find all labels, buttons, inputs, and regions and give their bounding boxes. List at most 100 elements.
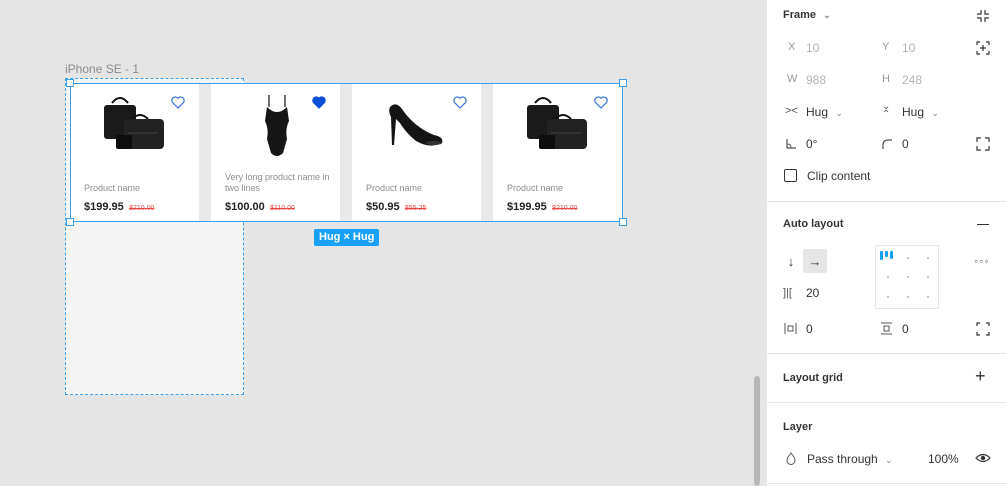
product-name: Product name <box>366 183 423 193</box>
height-mode-dropdown[interactable]: Hug ⌄ <box>902 105 939 119</box>
product-card[interactable]: Product name $50.95 $55.25 <box>352 83 493 222</box>
horizontal-direction-button[interactable]: → <box>803 249 827 273</box>
divider <box>767 201 1006 202</box>
alignment-dot[interactable] <box>887 276 889 278</box>
corner-radius-icon <box>882 139 892 149</box>
divider <box>767 402 1006 403</box>
alignment-indicator <box>885 251 888 257</box>
high-heel-image <box>389 104 443 146</box>
blend-mode-dropdown[interactable]: Pass through ⌄ <box>807 452 893 466</box>
x-input[interactable]: 10 <box>806 41 819 55</box>
product-old-price: $210.00 <box>552 205 578 212</box>
alignment-indicator <box>880 251 883 260</box>
collapse-icon[interactable] <box>975 8 991 24</box>
frame-title: Frame <box>783 9 817 21</box>
chevron-down-icon[interactable]: ⌄ <box>823 10 831 20</box>
corner-radius-input[interactable]: 0 <box>902 137 909 151</box>
chevron-down-icon: ⌄ <box>931 108 939 118</box>
vertical-padding-icon <box>881 322 892 335</box>
alignment-dot[interactable] <box>927 276 929 278</box>
remove-auto-layout-icon[interactable] <box>977 224 989 225</box>
design-canvas[interactable]: iPhone SE - 1 Product name $199.95 $210.… <box>0 0 766 486</box>
resize-handle-bottom-right[interactable] <box>619 218 627 226</box>
price-line: $100.00 $110.00 <box>225 199 295 213</box>
clip-content-checkbox[interactable] <box>784 169 797 182</box>
layer-title: Layer <box>783 421 813 433</box>
y-input[interactable]: 10 <box>902 41 915 55</box>
product-name: Very long product name in two lines <box>225 172 330 193</box>
product-name: Product name <box>84 183 141 193</box>
horizontal-padding-input[interactable]: 0 <box>806 322 813 336</box>
alignment-dot[interactable] <box>927 257 929 259</box>
frame-section-title[interactable]: Frame ⌄ <box>783 9 831 21</box>
blend-mode-value: Pass through <box>807 452 878 466</box>
horizontal-padding-icon <box>784 323 797 334</box>
width-input[interactable]: 988 <box>806 73 826 87</box>
product-old-price: $110.00 <box>270 205 295 212</box>
y-label: Y <box>882 41 890 53</box>
alignment-dot[interactable] <box>907 296 909 298</box>
product-price: $199.95 <box>84 201 124 213</box>
auto-layout-title: Auto layout <box>783 218 844 230</box>
card-gap <box>199 83 211 222</box>
chevron-down-icon: ⌄ <box>885 455 893 465</box>
product-price: $199.95 <box>507 201 547 213</box>
product-price: $100.00 <box>225 201 265 213</box>
properties-panel: Frame ⌄ X 10 Y 10 W 988 H 248 >< Hug ⌄ ⌄… <box>766 0 1006 486</box>
alignment-dot[interactable] <box>907 257 909 259</box>
layout-grid-title: Layout grid <box>783 372 843 384</box>
width-mode-dropdown[interactable]: Hug ⌄ <box>806 105 843 119</box>
alignment-dot[interactable] <box>887 296 889 298</box>
resize-handle-top-right[interactable] <box>619 79 627 87</box>
individual-padding-icon[interactable] <box>976 322 990 336</box>
horizontal-resize-icon: >< <box>785 105 798 117</box>
card-gap <box>481 83 493 222</box>
height-input[interactable]: 248 <box>902 73 922 87</box>
alignment-dot[interactable] <box>907 276 909 278</box>
product-card[interactable]: Product name $199.95 $210.00 <box>70 83 211 222</box>
product-old-price: $55.25 <box>405 205 427 212</box>
product-card[interactable]: Product name $199.95 $210.00 <box>493 83 622 222</box>
alignment-dot[interactable] <box>927 296 929 298</box>
resize-handle-top-left[interactable] <box>66 79 74 87</box>
resize-handle-bottom-left[interactable] <box>66 218 74 226</box>
handbag-image <box>104 97 164 149</box>
price-line: $199.95 $210.00 <box>84 199 154 213</box>
divider <box>767 483 1006 484</box>
chevron-down-icon: ⌄ <box>835 108 843 118</box>
eye-icon[interactable] <box>975 452 991 464</box>
width-mode-value: Hug <box>806 105 829 119</box>
add-layout-grid-icon[interactable]: + <box>975 366 986 387</box>
alignment-indicator <box>890 251 893 259</box>
card-gap <box>340 83 352 222</box>
clip-content-label[interactable]: Clip content <box>807 169 870 183</box>
product-name: Product name <box>507 183 564 193</box>
vertical-direction-button[interactable]: ↓ <box>779 249 803 273</box>
product-card[interactable]: Very long product name in two lines $100… <box>211 83 352 222</box>
handbag-image <box>527 97 587 149</box>
frame-label[interactable]: iPhone SE - 1 <box>65 62 139 76</box>
product-cards-row[interactable]: Product name $199.95 $210.00 Very long p… <box>70 83 623 222</box>
opacity-input[interactable]: 100% <box>928 452 959 466</box>
absolute-position-icon[interactable] <box>975 40 991 56</box>
rotation-input[interactable]: 0° <box>806 137 817 151</box>
independent-corners-icon[interactable] <box>976 137 990 151</box>
rotation-icon <box>786 139 796 149</box>
height-mode-value: Hug <box>902 105 925 119</box>
swimsuit-image <box>265 95 289 156</box>
h-label: H <box>882 73 890 85</box>
product-price: $50.95 <box>366 201 400 213</box>
blend-mode-icon <box>786 452 796 465</box>
price-line: $199.95 $210.00 <box>507 199 577 213</box>
x-label: X <box>788 41 796 53</box>
spacing-input[interactable]: 20 <box>806 286 819 300</box>
vertical-padding-input[interactable]: 0 <box>902 322 909 336</box>
more-options-icon[interactable]: ◦◦◦ <box>974 254 990 268</box>
vertical-resize-icon: ⌄ ⌃ <box>882 101 891 120</box>
alignment-grid[interactable] <box>875 245 939 309</box>
product-old-price: $210.00 <box>129 205 155 212</box>
price-line: $50.95 $55.25 <box>366 199 426 213</box>
w-label: W <box>787 73 798 85</box>
canvas-scrollbar[interactable] <box>754 376 760 486</box>
size-badge: Hug × Hug <box>314 229 380 246</box>
